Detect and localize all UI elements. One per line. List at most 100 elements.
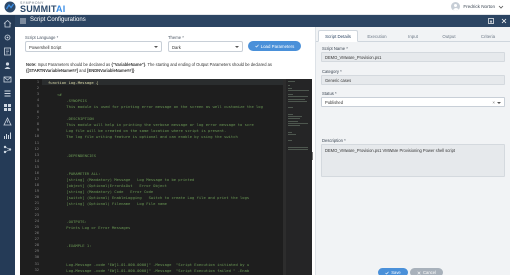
minimap-line	[288, 116, 303, 118]
minimap-line	[288, 98, 306, 100]
line-number: 24	[34, 219, 39, 224]
minimap-line	[288, 120, 299, 122]
line-number: 20	[34, 194, 39, 199]
brand-name-main: SUMMIT	[20, 4, 57, 14]
panel-splitter-handle[interactable]	[311, 152, 314, 160]
category-field[interactable]: Generic cases	[321, 75, 505, 85]
code-line: function Log-Message {	[48, 80, 99, 85]
tab-script-details[interactable]: Script Details	[318, 30, 358, 42]
minimap-line	[288, 131, 292, 133]
line-number: 32	[34, 267, 39, 272]
load-parameters-button[interactable]: Load Parameters	[248, 41, 301, 51]
description-field[interactable]: DEMO_VMware_Provision.ps1 VMWare Provisi…	[321, 144, 505, 177]
line-number: 27	[34, 237, 39, 242]
cancel-button[interactable]: Cancel	[410, 268, 443, 275]
alert-icon[interactable]	[3, 117, 12, 126]
line-number: 22	[34, 207, 39, 212]
line-number: 5	[36, 104, 39, 109]
splitter-grip	[312, 152, 313, 160]
note-bold-3: [ENDNVariableName##]}	[87, 68, 135, 73]
line-number: 28	[34, 243, 39, 248]
script-language-value: Powershell Script	[29, 44, 62, 50]
tab-execution[interactable]: Execution	[358, 30, 396, 42]
code-line: .DEPENDENCIES	[48, 152, 97, 158]
line-number: 31	[34, 261, 39, 266]
line-number: 16	[34, 170, 39, 175]
reports-icon[interactable]	[3, 131, 12, 140]
chevron-down-icon	[498, 5, 504, 9]
save-label: Save	[391, 270, 401, 275]
minimap-line	[288, 87, 292, 89]
editor-minimap[interactable]	[286, 79, 312, 275]
list-icon[interactable]	[3, 89, 12, 98]
script-name-field[interactable]: DEMO_VMware_Provision.ps1	[321, 52, 505, 62]
tab-criteria[interactable]: Criteria	[468, 30, 508, 42]
clear-icon[interactable]: ×	[492, 100, 495, 105]
caret-down-icon	[154, 46, 158, 48]
script-language-label: Script Language *	[25, 35, 59, 40]
category-value: Generic cases	[325, 78, 352, 84]
line-number: 3	[36, 92, 39, 97]
scripts-icon[interactable]	[3, 47, 12, 56]
users-icon[interactable]	[3, 61, 12, 70]
mail-icon[interactable]	[3, 75, 12, 84]
line-number: 13	[34, 152, 39, 157]
export-icon[interactable]	[487, 17, 495, 25]
code-line: [string] (Mandatory) Message Log Message…	[48, 176, 195, 182]
minimap-line	[288, 94, 293, 96]
tab-input[interactable]: Input	[396, 30, 430, 42]
category-label: Category *	[322, 69, 342, 74]
workflow-icon[interactable]	[3, 145, 12, 154]
home-icon[interactable]	[3, 19, 12, 28]
menu-icon[interactable]	[19, 17, 27, 25]
user-name: Fredrick Norton	[463, 4, 495, 9]
load-parameters-label: Load Parameters	[260, 43, 295, 49]
tab-output[interactable]: Output	[430, 30, 468, 42]
line-number: 10	[34, 134, 39, 139]
code-line: .EXAMPLE 1:	[48, 243, 92, 249]
minimap-line	[288, 147, 308, 148]
save-button[interactable]: Save	[378, 268, 408, 275]
script-language-select[interactable]: Powershell Script	[25, 41, 162, 52]
line-number: 21	[34, 201, 39, 205]
note-bold-1: {"VariableName"}	[111, 62, 146, 67]
line-number-gutter: 1 2 3 4 5 6 7 8 9 10 11 12 13 14 15 16 17 18 19 20 21 22 23 24 2…	[20, 79, 42, 275]
code-line: .OUTPUTS:	[48, 219, 87, 225]
minimap-line	[288, 122, 308, 124]
grid-icon[interactable]	[3, 103, 12, 112]
status-select[interactable]: Published ×	[321, 97, 505, 107]
brand-logo-icon	[4, 1, 16, 13]
settings-icon[interactable]	[3, 33, 12, 42]
line-number: 2	[36, 86, 39, 91]
script-name-value: DEMO_VMware_Provision.ps1	[325, 55, 382, 61]
line-number: 9	[36, 128, 39, 133]
page-title-bar: Script Configurations	[15, 15, 510, 27]
status-value: Published	[325, 100, 343, 106]
line-number: 6	[36, 110, 39, 115]
theme-value: Dark	[172, 44, 181, 50]
code-line: [string] (Mandatory) Code Error Code	[48, 188, 154, 194]
minimap-line	[288, 107, 293, 109]
description-label: Description *	[322, 138, 346, 143]
minimap-line	[288, 149, 308, 151]
brand-name: SUMMITAI	[20, 4, 65, 14]
code-line: .PARAMETER ALL:	[48, 170, 101, 176]
minimap-line	[288, 140, 293, 142]
description-value: DEMO_VMware_Provision.ps1 VMWare Provisi…	[325, 148, 455, 153]
caret-down-icon	[497, 102, 501, 104]
script-name-label: Script Name *	[322, 46, 348, 51]
line-number: 11	[34, 140, 39, 145]
minimap-line	[288, 89, 309, 91]
close-icon[interactable]	[500, 17, 508, 25]
theme-select[interactable]: Dark	[168, 41, 243, 52]
note-text-1: Input Parameters should be declared as	[36, 62, 112, 67]
line-number: 18	[34, 182, 39, 187]
code-line: [switch] (Optional) EnableLogging Switch…	[48, 194, 250, 200]
minimap-line	[288, 114, 294, 115]
code-editor[interactable]: 1 2 3 4 5 6 7 8 9 10 11 12 13 14 15 16 17 18 19 20 21 22 23 24 2…	[20, 79, 312, 275]
line-number: 26	[34, 231, 39, 236]
minimap-line	[288, 96, 309, 98]
code-line: [object] (Optional)ErrorAsOut Error Obje…	[48, 182, 167, 188]
cancel-label: Cancel	[422, 270, 437, 275]
user-menu[interactable]: Fredrick Norton	[451, 2, 504, 11]
